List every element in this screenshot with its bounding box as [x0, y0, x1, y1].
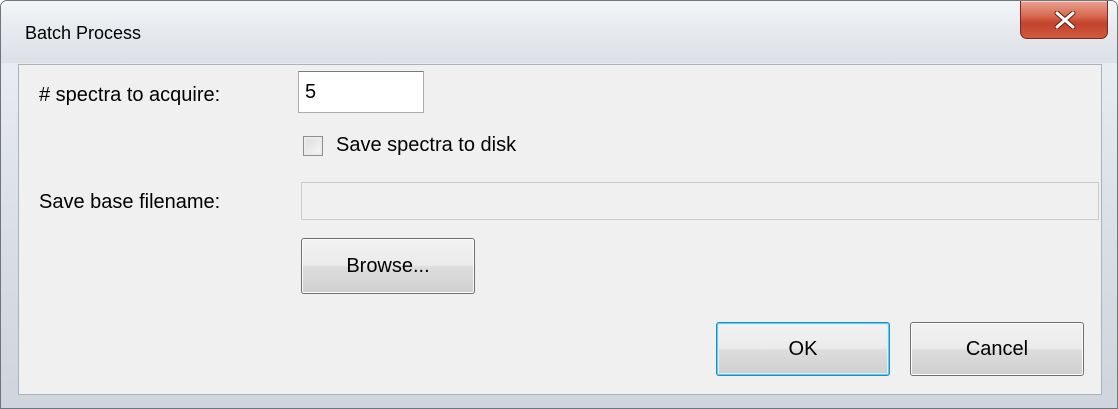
spectra-count-label: # spectra to acquire: [39, 84, 221, 106]
browse-button[interactable]: Browse... [301, 238, 475, 294]
title-bar[interactable]: Batch Process [1, 1, 1117, 63]
close-icon [1054, 11, 1076, 29]
save-spectra-checkbox-label[interactable]: Save spectra to disk [336, 134, 516, 157]
save-spectra-checkbox[interactable] [303, 136, 323, 156]
ok-button-label: OK [788, 338, 818, 360]
batch-process-dialog: Batch Process # spectra to acquire: Save… [0, 0, 1118, 409]
filename-label: Save base filename: [39, 191, 221, 213]
spectra-count-input[interactable] [298, 71, 424, 113]
cancel-button-label: Cancel [965, 338, 1029, 360]
cancel-button[interactable]: Cancel [910, 322, 1084, 376]
dialog-client-area: # spectra to acquire: Save spectra to di… [18, 64, 1102, 395]
ok-button[interactable]: OK [716, 322, 890, 376]
filename-input[interactable] [301, 182, 1099, 220]
close-button[interactable] [1020, 1, 1108, 39]
window-title: Batch Process [25, 23, 142, 43]
browse-button-label: Browse... [346, 255, 430, 277]
